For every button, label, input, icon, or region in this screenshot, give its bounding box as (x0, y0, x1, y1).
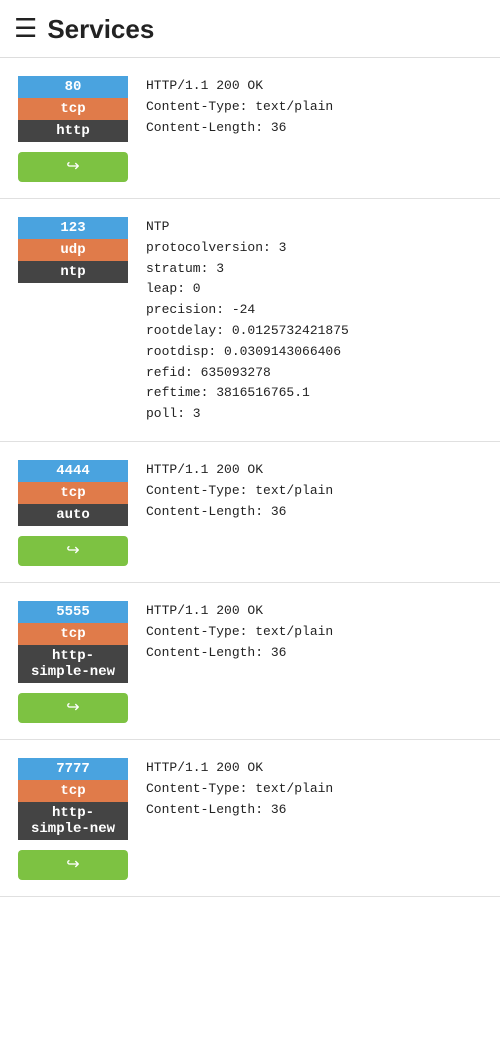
port-badge: 4444 (18, 460, 128, 482)
port-badge: 5555 (18, 601, 128, 623)
badge-stack: 5555tcphttp-simple-new (18, 601, 128, 683)
service-row: 5555tcphttp-simple-new HTTP/1.1 200 OK Co… (18, 601, 482, 683)
service-row: 4444tcpauto HTTP/1.1 200 OK Content-Type:… (18, 460, 482, 526)
proto-badge: tcp (18, 98, 128, 120)
badge-stack: 80tcphttp (18, 76, 128, 142)
redirect-button[interactable]: ↪ (18, 536, 128, 566)
service-item: 7777tcphttp-simple-new HTTP/1.1 200 OK Co… (0, 740, 500, 897)
service-item: 123udpntp NTP protocolversion: 3 stratum:… (0, 199, 500, 442)
service-row: 123udpntp NTP protocolversion: 3 stratum:… (18, 217, 482, 425)
service-item: 80tcphttp HTTP/1.1 200 OK Content-Type: t… (0, 58, 500, 199)
service-badge: http-simple-new (18, 645, 128, 683)
service-badge: ntp (18, 261, 128, 283)
redirect-button[interactable]: ↪ (18, 152, 128, 182)
service-row: 7777tcphttp-simple-new HTTP/1.1 200 OK Co… (18, 758, 482, 840)
redirect-button[interactable]: ↪ (18, 850, 128, 880)
proto-badge: tcp (18, 482, 128, 504)
badge-stack: 123udpntp (18, 217, 128, 283)
service-badge: auto (18, 504, 128, 526)
port-badge: 7777 (18, 758, 128, 780)
service-info: HTTP/1.1 200 OK Content-Type: text/plain… (146, 758, 333, 820)
service-info: HTTP/1.1 200 OK Content-Type: text/plain… (146, 76, 333, 138)
redirect-arrow-icon: ↪ (66, 700, 79, 716)
proto-badge: udp (18, 239, 128, 261)
redirect-button[interactable]: ↪ (18, 693, 128, 723)
redirect-arrow-icon: ↪ (66, 543, 79, 559)
page-header: ☰ Services (0, 0, 500, 58)
redirect-arrow-icon: ↪ (66, 857, 79, 873)
services-list: 80tcphttpHTTP/1.1 200 OK Content-Type: t… (0, 58, 500, 897)
service-badge: http (18, 120, 128, 142)
badge-stack: 7777tcphttp-simple-new (18, 758, 128, 840)
service-info: NTP protocolversion: 3 stratum: 3 leap: … (146, 217, 349, 425)
service-item: 5555tcphttp-simple-new HTTP/1.1 200 OK Co… (0, 583, 500, 740)
port-badge: 123 (18, 217, 128, 239)
services-icon: ☰ (14, 14, 37, 45)
page-title: Services (47, 14, 154, 45)
proto-badge: tcp (18, 623, 128, 645)
service-item: 4444tcpauto HTTP/1.1 200 OK Content-Type:… (0, 442, 500, 583)
badge-stack: 4444tcpauto (18, 460, 128, 526)
proto-badge: tcp (18, 780, 128, 802)
service-row: 80tcphttp HTTP/1.1 200 OK Content-Type: t… (18, 76, 482, 142)
port-badge: 80 (18, 76, 128, 98)
redirect-arrow-icon: ↪ (66, 159, 79, 175)
service-info: HTTP/1.1 200 OK Content-Type: text/plain… (146, 460, 333, 522)
service-badge: http-simple-new (18, 802, 128, 840)
service-info: HTTP/1.1 200 OK Content-Type: text/plain… (146, 601, 333, 663)
